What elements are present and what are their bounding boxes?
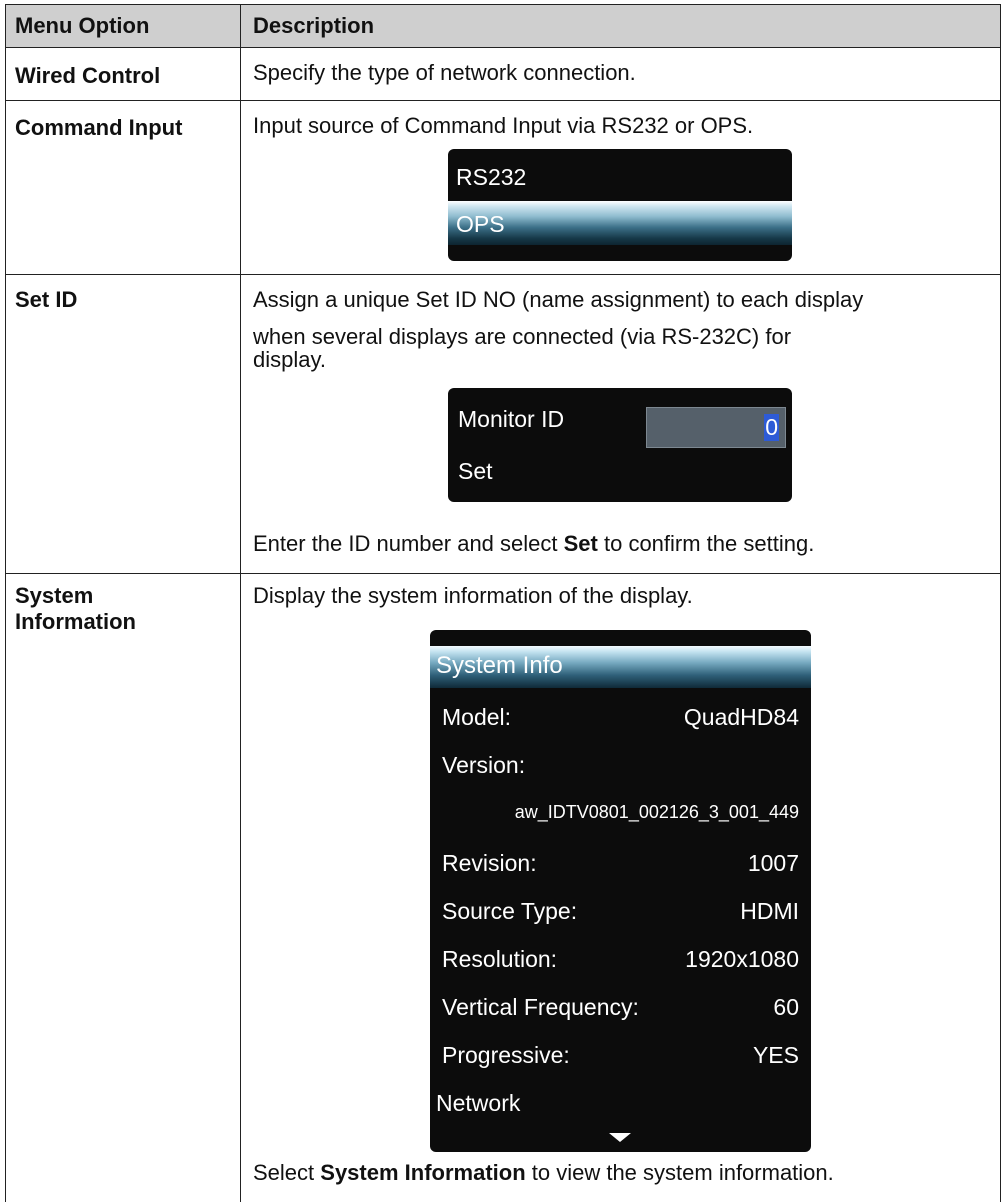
description-system-information: Display the system information of the di…	[253, 583, 693, 608]
progressive-value: YES	[752, 1042, 799, 1068]
osd-option-ops-selected[interactable]: OPS	[448, 201, 792, 245]
system-info-osd: System Info Model: QuadHD84 Version: aw_…	[430, 630, 811, 1152]
table-border-left	[5, 4, 6, 1202]
resolution-value: 1920x1080	[685, 946, 799, 972]
row-divider	[5, 47, 1001, 48]
osd-row-version: Version:	[442, 752, 526, 778]
osd-row-vertical-frequency: Vertical Frequency: 60	[442, 994, 799, 1020]
monitor-id-value: 0	[764, 414, 779, 441]
description-command-input: Input source of Command Input via RS232 …	[253, 113, 754, 138]
option-system-information-line2: Information	[15, 609, 136, 634]
table-border-right	[1000, 4, 1001, 1202]
osd-row-version-value: aw_IDTV0801_002126_3_001_449	[430, 796, 811, 832]
set-id-footer: Enter the ID number and select Set to co…	[253, 531, 815, 556]
source-type-value: HDMI	[740, 898, 799, 924]
monitor-id-label: Monitor ID	[458, 406, 565, 432]
table-border-top	[5, 4, 1001, 5]
osd-row-revision: Revision: 1007	[442, 850, 799, 876]
description-wired-control: Specify the type of network connection.	[253, 60, 636, 85]
row-divider	[5, 274, 1001, 275]
osd-set-button[interactable]: Set	[448, 450, 792, 494]
monitor-id-input[interactable]: 0	[646, 407, 786, 448]
row-divider	[5, 573, 1001, 574]
header-menu-option: Menu Option	[15, 13, 150, 38]
osd-option-label: RS232	[456, 164, 527, 190]
osd-row-model: Model: QuadHD84	[442, 704, 799, 730]
option-command-input: Command Input	[15, 115, 183, 140]
row-divider	[5, 100, 1001, 101]
description-set-id-line3: display.	[253, 347, 326, 372]
option-set-id: Set ID	[15, 287, 78, 312]
osd-title-system-info: System Info	[430, 646, 811, 688]
set-id-osd: Monitor ID 0 Set	[448, 388, 792, 502]
osd-option-label: OPS	[456, 211, 505, 237]
description-set-id-line1: Assign a unique Set ID NO (name assignme…	[253, 287, 864, 312]
chevron-down-icon[interactable]	[609, 1133, 631, 1142]
osd-row-source-type: Source Type: HDMI	[442, 898, 799, 924]
column-divider	[240, 4, 241, 1202]
revision-value: 1007	[747, 850, 799, 876]
osd-row-progressive: Progressive: YES	[442, 1042, 799, 1068]
osd-option-rs232[interactable]: RS232	[448, 157, 792, 201]
menu-table: Menu Option Description Wired Control Sp…	[5, 4, 1001, 1202]
description-set-id-line2: when several displays are connected (via…	[253, 324, 792, 349]
osd-row-network[interactable]: Network	[430, 1084, 811, 1124]
vertical-frequency-value: 60	[773, 994, 799, 1020]
header-description: Description	[253, 13, 375, 38]
table-header	[6, 5, 1000, 47]
system-info-title: System Info	[436, 652, 563, 679]
version-value: aw_IDTV0801_002126_3_001_449	[514, 802, 799, 822]
osd-row-resolution: Resolution: 1920x1080	[442, 946, 799, 972]
set-label: Set	[458, 458, 493, 484]
system-information-footer: Select System Information to view the sy…	[253, 1160, 834, 1185]
option-wired-control: Wired Control	[15, 63, 161, 88]
model-value: QuadHD84	[683, 704, 799, 730]
command-input-osd: RS232 OPS	[448, 149, 792, 261]
